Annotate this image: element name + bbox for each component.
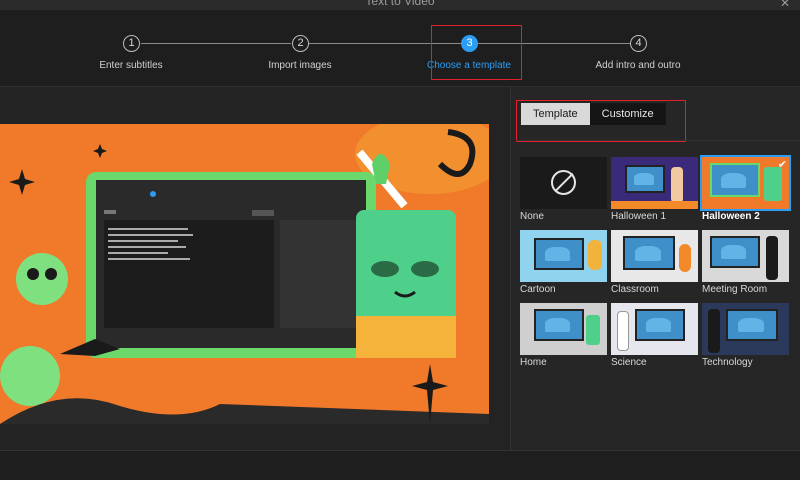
template-label: Home	[520, 357, 547, 368]
thumb-screen	[534, 238, 584, 270]
close-icon[interactable]: ✕	[780, 0, 790, 10]
panel-divider	[516, 140, 800, 141]
template-label: Classroom	[611, 284, 659, 295]
thumb-character	[617, 311, 629, 351]
title-bar: Text to Video ✕	[0, 0, 800, 10]
thumb-character	[764, 167, 782, 201]
thumb-floor	[611, 201, 698, 209]
no-template-icon	[551, 170, 576, 195]
template-label: Science	[611, 357, 647, 368]
thumb-character	[679, 244, 691, 272]
template-label: Halloween 1	[611, 211, 667, 222]
template-halloween-1-thumb[interactable]	[611, 157, 698, 209]
thumb-character	[766, 236, 778, 280]
thumb-screen	[625, 165, 665, 193]
step-2-label[interactable]: Import images	[268, 60, 331, 71]
template-label: Cartoon	[520, 284, 556, 295]
template-classroom-thumb[interactable]	[611, 230, 698, 282]
step-4-label[interactable]: Add intro and outro	[595, 60, 680, 71]
selected-check-icon: ✔	[777, 159, 787, 171]
thumb-character	[671, 167, 683, 203]
template-technology-thumb[interactable]	[702, 303, 789, 355]
thumb-screen	[710, 163, 760, 197]
template-cartoon-thumb[interactable]	[520, 230, 607, 282]
template-label: Meeting Room	[702, 284, 768, 295]
thumb-screen	[726, 309, 778, 341]
highlight-box-step	[431, 25, 522, 80]
template-label: Halloween 2	[702, 211, 760, 222]
thumb-character	[586, 315, 600, 345]
template-science-thumb[interactable]	[611, 303, 698, 355]
thumb-character	[588, 240, 602, 270]
template-label: None	[520, 211, 544, 222]
thumb-screen	[623, 236, 675, 270]
thumb-screen	[534, 309, 584, 341]
template-preview	[0, 124, 489, 424]
step-4-circle[interactable]: 4	[630, 35, 647, 52]
template-meeting-room-thumb[interactable]	[702, 230, 789, 282]
window-title: Text to Video	[365, 0, 435, 8]
thumb-screen	[635, 309, 685, 341]
step-connector	[141, 43, 291, 44]
step-indicator: 1 Enter subtitles 2 Import images 3 Choo…	[0, 10, 800, 86]
highlight-box-tabs	[516, 100, 686, 142]
thumb-screen	[710, 236, 760, 268]
thumb-character	[708, 309, 720, 353]
step-1-label[interactable]: Enter subtitles	[99, 60, 162, 71]
template-halloween-2-thumb[interactable]: ✔	[700, 155, 791, 211]
template-label: Technology	[702, 357, 753, 368]
halloween-preview-illustration	[0, 124, 489, 424]
step-2-circle[interactable]: 2	[292, 35, 309, 52]
step-1-circle[interactable]: 1	[123, 35, 140, 52]
template-none-thumb[interactable]	[520, 157, 607, 209]
template-home-thumb[interactable]	[520, 303, 607, 355]
bottom-bar	[0, 450, 800, 480]
